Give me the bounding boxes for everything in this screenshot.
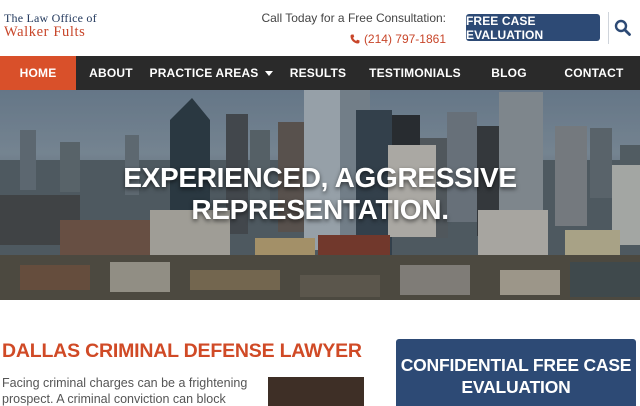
page-title: DALLAS CRIMINAL DEFENSE LAWYER (2, 340, 362, 362)
consultation-label: Call Today for a Free Consultation: (261, 11, 446, 25)
site-logo[interactable]: The Law Office of Walker Fults (4, 12, 97, 40)
site-header: The Law Office of Walker Fults Call Toda… (0, 0, 640, 56)
phone-number: (214) 797-1861 (363, 32, 446, 46)
hero-headline: EXPERIENCED, AGGRESSIVE REPRESENTATION. (123, 162, 517, 225)
nav-label: PRACTICE AREAS (149, 66, 259, 80)
intro-paragraph: Facing criminal charges can be a frighte… (2, 376, 248, 406)
nav-label: ABOUT (89, 66, 133, 80)
nav-label: TESTIMONIALS (369, 66, 461, 80)
nav-item-about[interactable]: ABOUT (76, 56, 146, 90)
phone-icon (350, 34, 360, 44)
nav-label: BLOG (491, 66, 527, 80)
nav-item-contact[interactable]: CONTACT (548, 56, 640, 90)
main-navigation: HOME ABOUT PRACTICE AREAS RESULTS TESTIM… (0, 56, 640, 90)
case-evaluation-form: CONFIDENTIAL FREE CASE EVALUATION (396, 339, 636, 406)
header-divider (608, 12, 609, 44)
search-icon[interactable] (614, 19, 631, 36)
attorney-photo (268, 377, 364, 406)
nav-item-practice-areas[interactable]: PRACTICE AREAS (146, 56, 276, 90)
nav-item-blog[interactable]: BLOG (470, 56, 548, 90)
free-case-evaluation-button[interactable]: FREE CASE EVALUATION (466, 14, 600, 42)
nav-item-home[interactable]: HOME (0, 56, 76, 90)
form-title: CONFIDENTIAL FREE CASE EVALUATION (400, 355, 632, 397)
chevron-down-icon (264, 70, 273, 76)
nav-item-testimonials[interactable]: TESTIMONIALS (360, 56, 470, 90)
nav-label: HOME (19, 66, 57, 80)
nav-label: RESULTS (289, 66, 347, 80)
hero-banner: EXPERIENCED, AGGRESSIVE REPRESENTATION. (0, 90, 640, 300)
nav-label: CONTACT (564, 66, 624, 80)
nav-item-results[interactable]: RESULTS (276, 56, 360, 90)
phone-link[interactable]: (214) 797-1861 (261, 32, 446, 46)
logo-line-2: Walker Fults (4, 24, 86, 40)
main-content: DALLAS CRIMINAL DEFENSE LAWYER Facing cr… (0, 300, 640, 406)
consultation-block: Call Today for a Free Consultation: (214… (261, 11, 446, 46)
logo-line-1: The Law Office of (4, 11, 97, 25)
